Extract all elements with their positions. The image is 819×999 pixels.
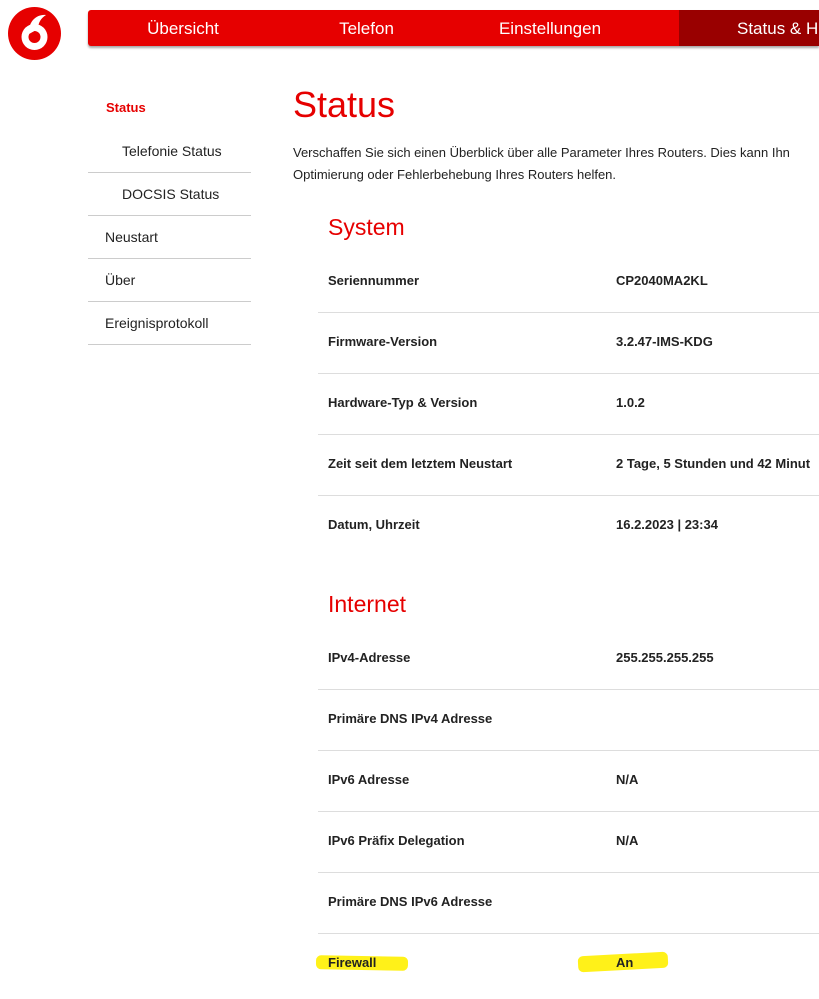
- sidebar-item-status[interactable]: Status: [88, 86, 251, 129]
- top-navigation: Übersicht Telefon Einstellungen Status &…: [88, 10, 819, 46]
- table-row: Primäre DNS IPv6 Adresse: [318, 872, 819, 934]
- table-row: Zeit seit dem letztem Neustart 2 Tage, 5…: [318, 434, 819, 496]
- row-label: Primäre DNS IPv4 Adresse: [328, 711, 493, 726]
- row-value: 2 Tage, 5 Stunden und 42 Minut: [616, 456, 811, 471]
- table-row: Primäre DNS IPv4 Adresse: [318, 689, 819, 751]
- table-row: IPv6 Präfix Delegation N/A: [318, 811, 819, 873]
- vodafone-speechmark-icon: [8, 7, 61, 60]
- row-label: IPv6 Präfix Delegation: [328, 833, 465, 848]
- sidebar-item-ueber[interactable]: Über: [88, 258, 251, 302]
- row-label: Primäre DNS IPv6 Adresse: [328, 894, 493, 909]
- row-value: CP2040MA2KL: [616, 273, 708, 288]
- row-value: An: [616, 955, 634, 970]
- row-label: Datum, Uhrzeit: [328, 517, 420, 532]
- page-intro-line: Optimierung oder Fehlerbehebung Ihres Ro…: [293, 167, 617, 182]
- table-row: Firmware-Version 3.2.47-IMS-KDG: [318, 312, 819, 374]
- vodafone-logo-icon[interactable]: [8, 7, 61, 60]
- row-label: Hardware-Typ & Version: [328, 395, 478, 410]
- sidebar-item-label: DOCSIS Status: [122, 186, 220, 202]
- table-row: IPv4-Adresse 255.255.255.255: [318, 628, 819, 690]
- nav-tab-uebersicht[interactable]: Übersicht: [88, 10, 278, 46]
- sidebar-item-label: Telefonie Status: [122, 143, 222, 159]
- table-row: IPv6 Adresse N/A: [318, 750, 819, 812]
- row-value: 3.2.47-IMS-KDG: [616, 334, 713, 349]
- row-value: N/A: [616, 833, 639, 848]
- table-row: Hardware-Typ & Version 1.0.2: [318, 373, 819, 435]
- row-label: Firewall: [328, 955, 377, 970]
- row-label: Seriennummer: [328, 273, 420, 288]
- sidebar-item-ereignisprotokoll[interactable]: Ereignisprotokoll: [88, 301, 251, 345]
- page-intro-line: Verschaffen Sie sich einen Überblick übe…: [293, 145, 790, 160]
- row-value: 255.255.255.255: [616, 650, 714, 665]
- row-label: Zeit seit dem letztem Neustart: [328, 456, 513, 471]
- sidebar-item-telefonie-status[interactable]: Telefonie Status: [88, 129, 251, 173]
- sidebar-item-label: Neustart: [105, 229, 158, 245]
- row-label: IPv6 Adresse: [328, 772, 410, 787]
- sidebar-item-neustart[interactable]: Neustart: [88, 215, 251, 259]
- sidebar-item-label: Über: [105, 272, 136, 288]
- section-title-system: System: [328, 214, 405, 240]
- sidebar-item-docsis-status[interactable]: DOCSIS Status: [88, 172, 251, 216]
- table-row: Firewall An: [318, 933, 819, 993]
- table-row: Seriennummer CP2040MA2KL: [318, 251, 819, 313]
- nav-tab-status-hilfe[interactable]: Status & H: [679, 10, 819, 46]
- nav-tab-telefon[interactable]: Telefon: [278, 10, 455, 46]
- page-intro: Verschaffen Sie sich einen Überblick übe…: [293, 142, 790, 186]
- row-label: Firmware-Version: [328, 334, 438, 349]
- nav-tab-einstellungen[interactable]: Einstellungen: [455, 10, 645, 46]
- page-title: Status: [293, 84, 396, 125]
- section-title-internet: Internet: [328, 591, 406, 617]
- sidebar-item-label: Status: [106, 100, 146, 115]
- row-value: N/A: [616, 772, 639, 787]
- row-value: 16.2.2023 | 23:34: [616, 517, 718, 532]
- table-row: Datum, Uhrzeit 16.2.2023 | 23:34: [318, 495, 819, 556]
- row-value: 1.0.2: [616, 395, 645, 410]
- sidebar-item-label: Ereignisprotokoll: [105, 315, 209, 331]
- row-label: IPv4-Adresse: [328, 650, 411, 665]
